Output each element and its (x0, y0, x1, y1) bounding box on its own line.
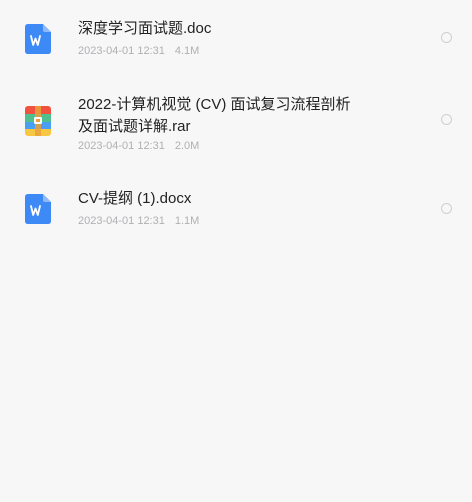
file-row-deep-learning-doc[interactable]: 深度学习面试题.doc 2023-04-01 12:31 4.1M (0, 14, 472, 66)
word-doc-icon (25, 24, 51, 54)
file-name: 2022-计算机视觉 (CV) 面试复习流程剖析 及面试题详解.rar (78, 96, 351, 135)
word-doc-icon (25, 194, 51, 224)
file-row-cv-outline-docx[interactable]: CV-提纲 (1).docx 2023-04-01 12:31 1.1M (0, 188, 472, 240)
file-name: CV-提纲 (1).docx (78, 190, 192, 207)
file-name: 深度学习面试题.doc (78, 20, 212, 37)
file-size: 1.1M (174, 215, 200, 227)
file-date: 2023-04-01 12:31 (78, 215, 165, 227)
file-meta: 2023-04-01 12:31 2.0M (78, 140, 199, 152)
select-radio[interactable] (441, 32, 452, 43)
file-size: 2.0M (174, 140, 200, 152)
file-meta: 2023-04-01 12:31 1.1M (78, 215, 199, 227)
archive-rar-icon (25, 106, 51, 136)
file-size: 4.1M (174, 45, 200, 57)
file-row-cv-review-rar[interactable]: 2022-计算机视觉 (CV) 面试复习流程剖析 及面试题详解.rar 2023… (0, 92, 472, 158)
select-radio[interactable] (441, 203, 452, 214)
file-meta: 2023-04-01 12:31 4.1M (78, 45, 199, 57)
file-date: 2023-04-01 12:31 (78, 45, 165, 57)
file-date: 2023-04-01 12:31 (78, 140, 165, 152)
select-radio[interactable] (441, 114, 452, 125)
